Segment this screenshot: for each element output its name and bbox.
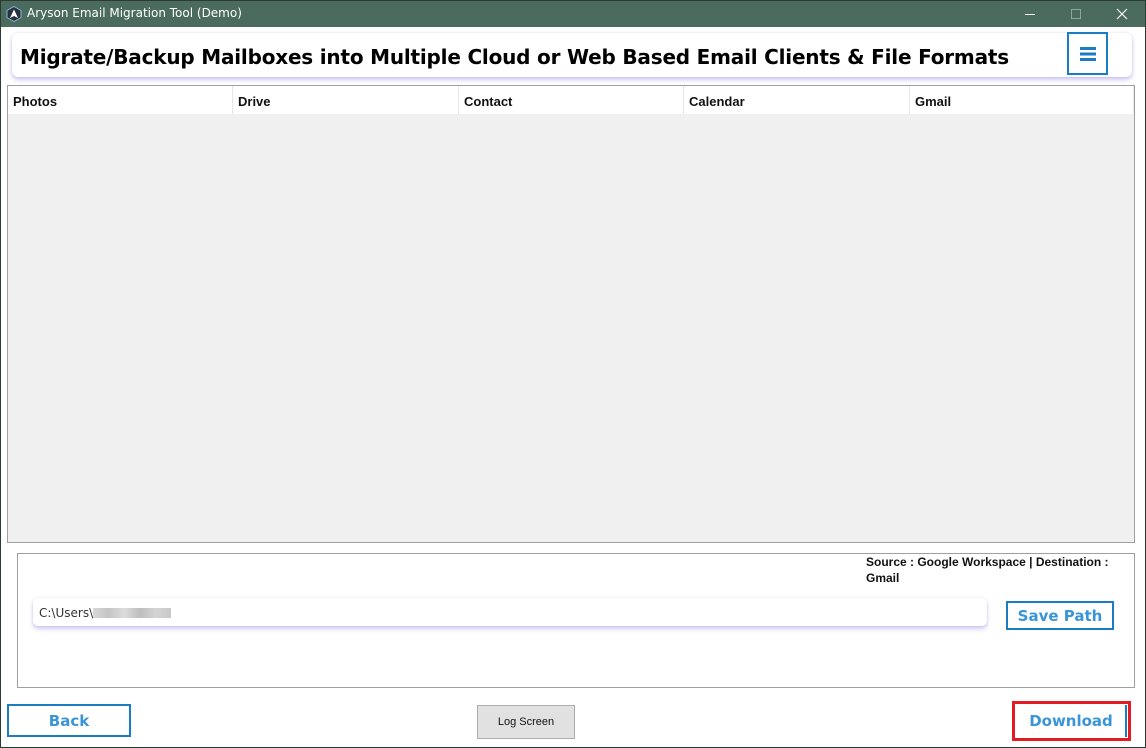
path-value: C:\Users\ (39, 606, 94, 620)
log-screen-button[interactable]: Log Screen (477, 705, 575, 739)
column-header-contact[interactable]: Contact (459, 86, 684, 114)
redacted-username (93, 608, 172, 618)
window-title: Aryson Email Migration Tool (Demo) (27, 6, 242, 20)
column-header-calendar[interactable]: Calendar (684, 86, 910, 114)
aryson-logo-icon (6, 5, 22, 23)
close-button[interactable] (1099, 1, 1145, 27)
hamburger-menu-icon (1079, 46, 1096, 61)
maximize-button[interactable] (1053, 1, 1099, 27)
source-destination-label: Source : Google Workspace | Destination … (866, 555, 1109, 585)
save-path-button[interactable]: Save Path (1006, 601, 1114, 630)
download-button[interactable]: Download (1017, 705, 1127, 737)
column-header-photos[interactable]: Photos (8, 86, 233, 114)
column-header-gmail[interactable]: Gmail (910, 86, 1134, 114)
minimize-icon (1025, 14, 1035, 15)
menu-button[interactable] (1067, 32, 1108, 75)
maximize-icon (1071, 9, 1081, 19)
title-bar: Aryson Email Migration Tool (Demo) (1, 1, 1145, 27)
page-title: Migrate/Backup Mailboxes into Multiple C… (20, 45, 1009, 69)
header-card: Migrate/Backup Mailboxes into Multiple C… (12, 32, 1132, 77)
minimize-button[interactable] (1007, 1, 1053, 27)
close-icon (1116, 8, 1128, 20)
data-grid[interactable]: Photos Drive Contact Calendar Gmail (7, 85, 1135, 543)
app-window: Aryson Email Migration Tool (Demo) Migra… (0, 0, 1146, 748)
column-header-drive[interactable]: Drive (233, 86, 459, 114)
options-panel: Source : Google Workspace | Destination … (17, 553, 1135, 688)
back-button[interactable]: Back (7, 704, 131, 737)
save-path-field[interactable]: C:\Users\ (33, 598, 987, 626)
grid-header: Photos Drive Contact Calendar Gmail (8, 86, 1134, 114)
